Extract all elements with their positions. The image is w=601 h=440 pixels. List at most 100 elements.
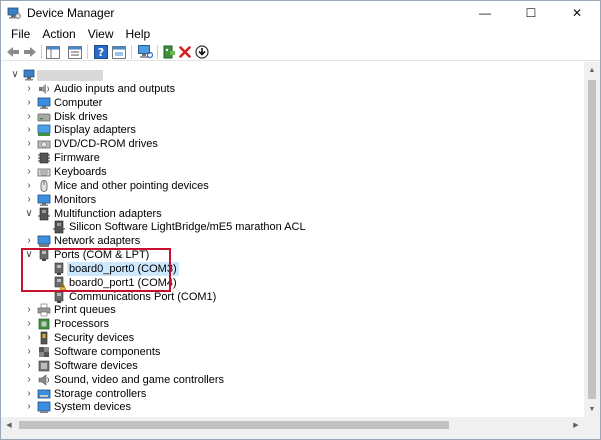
expand-icon[interactable]: › bbox=[24, 179, 34, 193]
tree-item-label: Mice and other pointing devices bbox=[54, 180, 209, 192]
properties-button[interactable] bbox=[111, 44, 127, 60]
tree-item-label: Network adapters bbox=[54, 235, 141, 247]
download-button[interactable] bbox=[194, 44, 210, 60]
properties-icon bbox=[112, 45, 126, 59]
tree-category[interactable]: › Sound, video and game controllers bbox=[1, 373, 584, 387]
tree-category[interactable]: › Security devices bbox=[1, 331, 584, 345]
security-icon bbox=[40, 331, 48, 345]
expand-icon[interactable]: › bbox=[24, 359, 34, 373]
expand-icon[interactable]: › bbox=[24, 110, 34, 124]
monitor-icon bbox=[37, 194, 51, 206]
firmware-icon bbox=[38, 152, 50, 164]
tree-item-label: Disk drives bbox=[54, 111, 108, 123]
tree-category[interactable]: › Software components bbox=[1, 345, 584, 359]
tree-category[interactable]: › DVD/CD-ROM drives bbox=[1, 137, 584, 151]
forward-button[interactable] bbox=[22, 44, 38, 60]
expand-icon[interactable]: › bbox=[24, 345, 34, 359]
tree-item-label: Computer bbox=[54, 97, 103, 109]
tree-category[interactable]: ∨ Multifunction adapters bbox=[1, 207, 584, 221]
software-device-icon bbox=[38, 360, 50, 372]
expand-icon[interactable]: › bbox=[24, 151, 34, 165]
tree-item-label: Print queues bbox=[54, 304, 116, 316]
show-hide-pane-button[interactable] bbox=[45, 44, 61, 60]
tree-category[interactable]: › Audio inputs and outputs bbox=[1, 82, 584, 96]
expand-icon[interactable]: › bbox=[24, 165, 34, 179]
expand-icon[interactable]: › bbox=[24, 331, 34, 345]
processor-icon bbox=[38, 318, 50, 330]
tree-category[interactable]: › Computer bbox=[1, 96, 584, 110]
scan-hardware-button[interactable] bbox=[137, 44, 153, 60]
horizontal-scroll-thumb[interactable] bbox=[19, 421, 449, 429]
expand-icon[interactable]: › bbox=[24, 317, 34, 331]
svg-text:?: ? bbox=[98, 46, 104, 59]
tree-device[interactable]: Communications Port (COM1) bbox=[1, 290, 584, 304]
maximize-button[interactable]: ☐ bbox=[508, 1, 554, 25]
device-tree[interactable]: ∨ › Audio inputs and outputs › Computer › Dis… bbox=[1, 62, 584, 417]
menu-action[interactable]: Action bbox=[36, 26, 81, 42]
status-bar bbox=[1, 433, 600, 439]
tree-device[interactable]: Silicon Software LightBridge/mE5 maratho… bbox=[1, 220, 584, 234]
expand-icon[interactable]: › bbox=[24, 96, 34, 110]
printer-icon bbox=[37, 303, 51, 317]
menu-help[interactable]: Help bbox=[120, 26, 157, 42]
back-button[interactable] bbox=[5, 44, 21, 60]
expand-icon[interactable]: › bbox=[24, 137, 34, 151]
expand-icon[interactable]: › bbox=[24, 123, 34, 137]
tree-category[interactable]: › Display adapters bbox=[1, 123, 584, 137]
properties-pane-icon bbox=[46, 45, 60, 59]
back-icon bbox=[7, 47, 19, 57]
expand-icon[interactable]: › bbox=[24, 234, 34, 248]
menu-bar: File Action View Help bbox=[1, 25, 600, 43]
scroll-down-icon[interactable]: ▼ bbox=[584, 401, 600, 417]
tree-category[interactable]: › Keyboards bbox=[1, 165, 584, 179]
title-bar[interactable]: Device Manager — ☐ ✕ bbox=[1, 1, 600, 25]
horizontal-scrollbar[interactable]: ◀ ▶ bbox=[1, 417, 584, 433]
tree-category[interactable]: › Firmware bbox=[1, 151, 584, 165]
scroll-up-icon[interactable]: ▲ bbox=[584, 62, 600, 78]
tree-item-label: Security devices bbox=[54, 332, 135, 344]
close-button[interactable]: ✕ bbox=[554, 1, 600, 25]
tree-category[interactable]: › Storage controllers bbox=[1, 387, 584, 401]
tree-item-label: Software devices bbox=[54, 360, 138, 372]
uninstall-button[interactable] bbox=[177, 44, 193, 60]
scan-hardware-icon bbox=[137, 45, 153, 59]
tree-item-label: System devices bbox=[54, 401, 132, 413]
tree-category[interactable]: › Mice and other pointing devices bbox=[1, 179, 584, 193]
vertical-scrollbar[interactable]: ▲ ▼ bbox=[584, 62, 600, 417]
vertical-scroll-thumb[interactable] bbox=[588, 80, 596, 399]
minimize-button[interactable]: — bbox=[462, 1, 508, 25]
tree-category[interactable]: › Monitors bbox=[1, 193, 584, 207]
tree-category[interactable]: › Disk drives bbox=[1, 110, 584, 124]
scroll-right-icon[interactable]: ▶ bbox=[568, 417, 584, 433]
multifunction-icon bbox=[38, 207, 50, 221]
tree-item-label: Keyboards bbox=[54, 166, 107, 178]
help-button[interactable]: ? bbox=[93, 44, 109, 60]
expand-icon[interactable]: › bbox=[24, 303, 34, 317]
tree-category[interactable]: › Print queues bbox=[1, 303, 584, 317]
disk-icon bbox=[37, 113, 51, 122]
tree-category[interactable]: › Software devices bbox=[1, 359, 584, 373]
menu-file[interactable]: File bbox=[5, 26, 36, 42]
tree-item-label: Sound, video and game controllers bbox=[54, 374, 224, 386]
expand-icon[interactable]: › bbox=[24, 193, 34, 207]
collapse-icon[interactable]: ∨ bbox=[24, 207, 34, 221]
device-list-button[interactable] bbox=[67, 44, 83, 60]
tree-category[interactable]: › Network adapters bbox=[1, 234, 584, 248]
expand-icon[interactable]: › bbox=[24, 400, 34, 414]
expand-icon[interactable]: › bbox=[24, 373, 34, 387]
device-manager-icon bbox=[7, 7, 21, 19]
toolbar: ? bbox=[1, 43, 600, 61]
scrollbar-corner bbox=[584, 417, 600, 433]
tree-category[interactable]: › Processors bbox=[1, 317, 584, 331]
collapse-icon[interactable]: ∨ bbox=[10, 68, 20, 82]
dvd-icon bbox=[37, 140, 51, 149]
tree-root[interactable]: ∨ bbox=[1, 68, 584, 82]
scroll-left-icon[interactable]: ◀ bbox=[1, 417, 17, 433]
expand-icon[interactable]: › bbox=[24, 82, 34, 96]
tree-category[interactable]: › System devices bbox=[1, 400, 584, 414]
computer-icon bbox=[37, 97, 51, 109]
menu-view[interactable]: View bbox=[82, 26, 120, 42]
update-driver-button[interactable] bbox=[161, 44, 177, 60]
computer-icon bbox=[23, 69, 35, 81]
expand-icon[interactable]: › bbox=[24, 387, 34, 401]
